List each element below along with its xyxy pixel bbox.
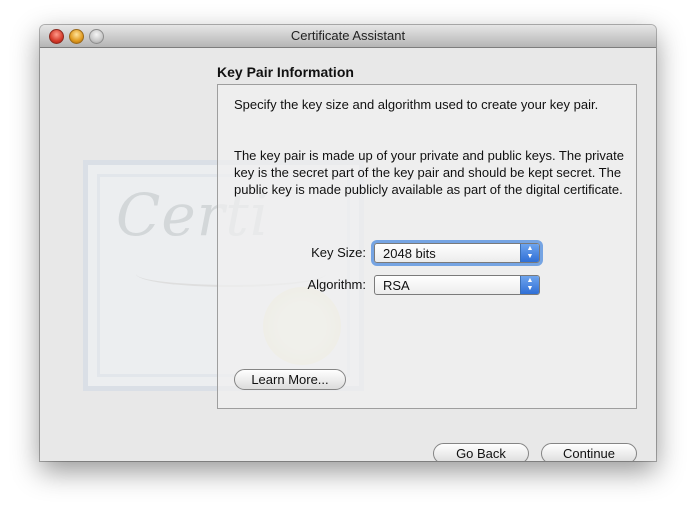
page-heading: Key Pair Information	[217, 64, 354, 80]
window-title: Certificate Assistant	[290, 28, 406, 43]
window-content: Certi Key Pair Information Specify the k…	[40, 48, 656, 461]
learn-more-button[interactable]: Learn More...	[234, 369, 346, 390]
up-down-arrows-icon: ▲ ▼	[520, 276, 539, 294]
algorithm-value: RSA	[383, 278, 410, 293]
continue-button[interactable]: Continue	[541, 443, 637, 461]
key-size-label: Key Size:	[311, 245, 366, 260]
algorithm-popup[interactable]: RSA ▲ ▼	[374, 275, 540, 295]
algorithm-label: Algorithm:	[307, 277, 366, 292]
key-pair-panel: Specify the key size and algorithm used …	[217, 84, 637, 409]
go-back-button[interactable]: Go Back	[433, 443, 529, 461]
up-down-arrows-icon: ▲ ▼	[520, 244, 539, 262]
certificate-assistant-window: Certificate Assistant Certi Key Pair Inf…	[40, 25, 656, 461]
key-size-popup[interactable]: 2048 bits ▲ ▼	[374, 243, 540, 263]
title-bar[interactable]: Certificate Assistant	[40, 25, 656, 48]
instruction-text: Specify the key size and algorithm used …	[234, 97, 599, 112]
explanation-text: The key pair is made up of your private …	[234, 148, 624, 197]
key-size-value: 2048 bits	[383, 246, 436, 261]
